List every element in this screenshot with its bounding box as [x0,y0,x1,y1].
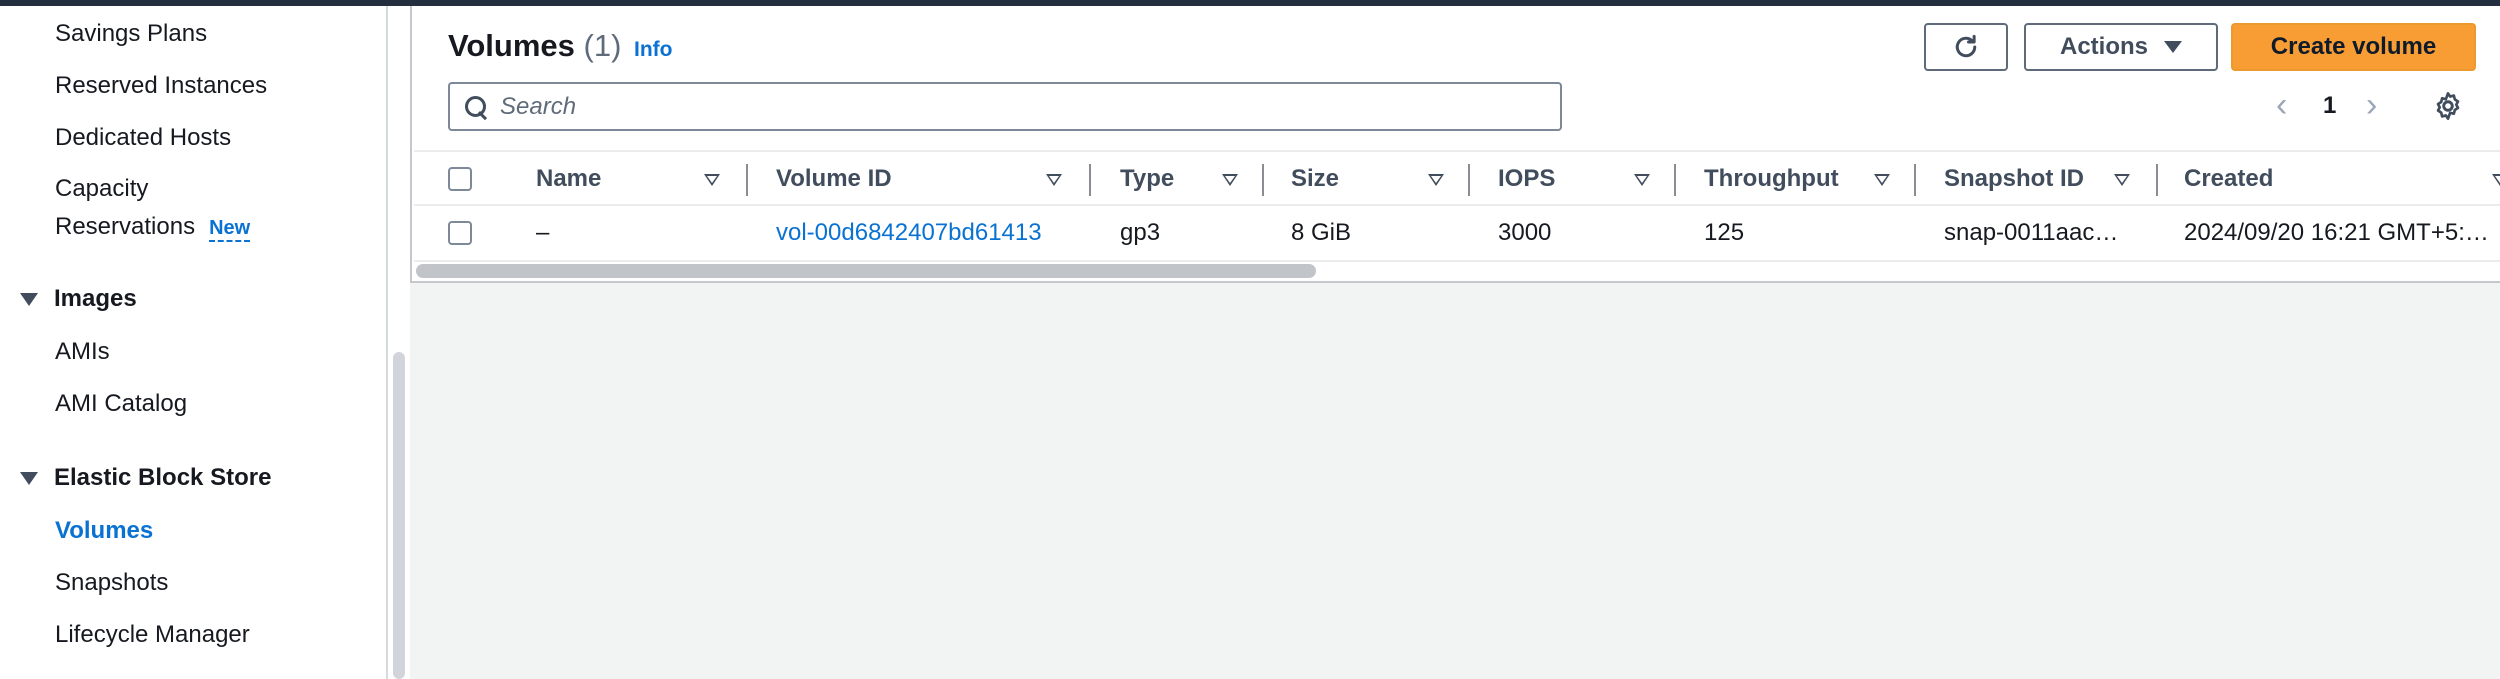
actions-label: Actions [2059,33,2148,60]
sort-icon[interactable] [1428,174,1444,186]
table-row[interactable]: – vol-00d6842407bd61413 gp3 8 GiB 3000 1… [414,206,2500,262]
sidebar-item-snapshots[interactable]: Snapshots [55,568,168,598]
sort-icon[interactable] [1046,174,1062,186]
column-header-iops[interactable]: IOPS [1498,152,1555,206]
search-input[interactable] [500,92,1540,121]
volume-count: (1) [583,28,622,63]
cell-name: – [536,219,550,246]
sort-icon[interactable] [2492,174,2500,186]
next-page-button[interactable]: › [2366,86,2377,125]
sidebar-item-reserved-instances[interactable]: Reserved Instances [55,71,267,101]
sidebar-item-dedicated-hosts[interactable]: Dedicated Hosts [55,123,231,153]
gear-icon[interactable] [2432,90,2464,122]
column-header-name[interactable]: Name [536,152,601,206]
column-header-type[interactable]: Type [1120,152,1174,206]
search-box[interactable] [448,82,1562,131]
row-select-checkbox[interactable] [448,221,472,245]
caret-down-icon [20,471,38,485]
column-label: Created [2184,165,2274,192]
caret-down-icon [20,292,38,306]
column-label: Name [536,165,602,192]
page-title: Volumes (1) [448,28,621,64]
column-header-snapshot-id[interactable]: Snapshot ID [1944,152,2084,206]
refresh-icon [1955,34,1977,58]
create-volume-button[interactable]: Create volume [2231,23,2476,71]
info-link[interactable]: Info [634,38,672,62]
sidebar-item-lifecycle-manager[interactable]: Lifecycle Manager [55,620,250,650]
column-label: Throughput [1704,165,1839,192]
column-header-created[interactable]: Created [2184,152,2273,206]
sidebar-group-label: Images [54,285,137,312]
sidebar-group-elastic-block-store[interactable]: Elastic Block Store [20,463,271,493]
sort-icon[interactable] [704,174,720,186]
cell-size: 8 GiB [1291,219,1352,246]
table-header: Name Volume ID Type Size IOPS Throughput… [414,150,2500,206]
search-icon [464,95,488,119]
column-resizer[interactable] [1468,164,1470,196]
main-content: Volumes (1) Info Actions Create volume ‹… [410,6,2500,679]
actions-dropdown-button[interactable]: Actions [2024,23,2218,71]
cell-snapshot-id: snap-0011aac… [1944,219,2119,246]
sidebar-item-capacity-reservations-line1[interactable]: Capacity [55,174,148,204]
sidebar-item-amis[interactable]: AMIs [55,337,110,367]
cell-volume-id-link[interactable]: vol-00d6842407bd61413 [776,206,1042,260]
sidebar-item-label: Reservations [55,213,196,240]
column-header-throughput[interactable]: Throughput [1704,152,1839,206]
sidebar-group-label: Elastic Block Store [54,464,272,491]
sidebar-item-savings-plans[interactable]: Savings Plans [55,19,207,49]
sidebar-item-capacity-reservations[interactable]: Reservations New [55,212,251,243]
column-resizer[interactable] [1262,164,1264,196]
select-all-checkbox[interactable] [448,167,472,191]
refresh-button[interactable] [1924,23,2008,71]
cell-throughput: 125 [1704,219,1745,246]
volumes-table-container: Volumes (1) Info Actions Create volume ‹… [410,6,2500,283]
column-resizer[interactable] [746,164,748,196]
cell-created: 2024/09/20 16:21 GMT+5:… [2184,219,2489,246]
column-resizer[interactable] [1674,164,1676,196]
column-resizer[interactable] [1914,164,1916,196]
column-resizer[interactable] [2156,164,2158,196]
sidebar-group-images[interactable]: Images [20,284,137,314]
sort-icon[interactable] [1634,174,1650,186]
table-horizontal-scrollbar[interactable] [416,264,1316,278]
caret-down-icon [2164,41,2182,53]
sort-icon[interactable] [2114,174,2130,186]
column-resizer[interactable] [1089,164,1091,196]
column-label: Snapshot ID [1944,165,2085,192]
sort-icon[interactable] [1222,174,1238,186]
column-header-size[interactable]: Size [1291,152,1339,206]
column-label: IOPS [1498,165,1556,192]
sort-icon[interactable] [1874,174,1890,186]
cell-iops: 3000 [1498,219,1552,246]
column-label: Volume ID [776,165,892,192]
sidebar-nav: Savings Plans Reserved Instances Dedicat… [0,6,388,679]
column-label: Size [1291,165,1340,192]
new-badge: New [209,217,251,242]
sidebar-scrollbar[interactable] [393,352,405,679]
column-header-volume-id[interactable]: Volume ID [776,152,892,206]
column-label: Type [1120,165,1175,192]
current-page-number[interactable]: 1 [2323,92,2336,120]
sidebar-item-ami-catalog[interactable]: AMI Catalog [55,389,187,419]
sidebar-item-volumes[interactable]: Volumes [55,516,153,546]
page-title-text: Volumes [448,28,575,63]
cell-type: gp3 [1120,219,1161,246]
previous-page-button[interactable]: ‹ [2276,86,2287,125]
